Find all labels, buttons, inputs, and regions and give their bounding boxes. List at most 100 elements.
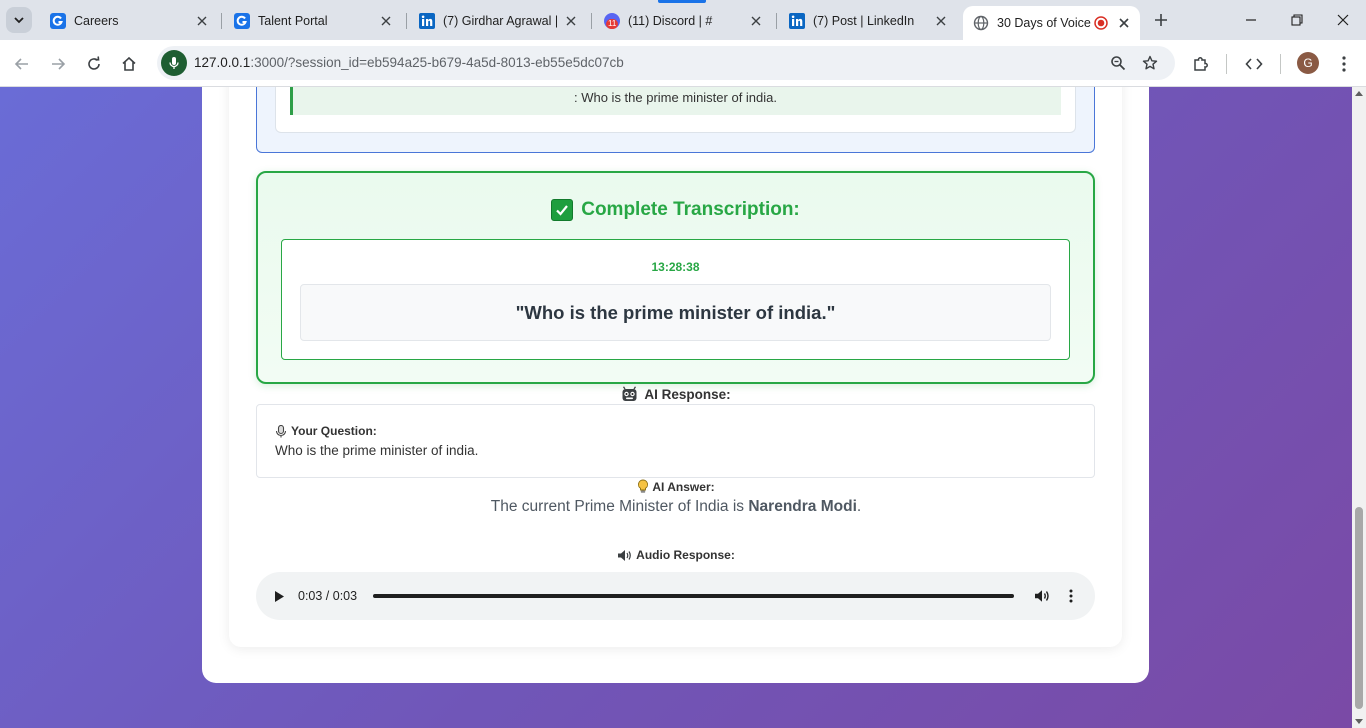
play-icon	[274, 590, 284, 602]
scroll-down-icon[interactable]	[1355, 719, 1363, 725]
tab-activity-indicator	[658, 0, 706, 3]
url-path: :3000/?session_id=eb594a25-b679-4a5d-801…	[250, 55, 624, 70]
g-logo-icon	[50, 13, 66, 29]
address-bar[interactable]: 127.0.0.1:3000/?session_id=eb594a25-b679…	[157, 46, 1175, 80]
complete-transcription-card: Complete Transcription: 13:28:38 "Who is…	[256, 171, 1095, 384]
plus-icon	[1155, 14, 1167, 26]
lightbulb-icon	[638, 479, 649, 493]
tab-linkedin-profile[interactable]: (7) Girdhar Agrawal |	[409, 6, 587, 36]
tab-title: Talent Portal	[258, 14, 328, 28]
audio-player[interactable]: 0:03 / 0:03	[256, 572, 1095, 620]
complete-transcription-heading: Complete Transcription:	[258, 199, 1093, 221]
ai-response-heading: AI Response:	[0, 386, 1352, 403]
question-box: Your Question: Who is the prime minister…	[256, 404, 1095, 478]
discord-icon: 11	[604, 13, 620, 29]
transcription-quote: "Who is the prime minister of india."	[300, 284, 1051, 341]
home-icon	[122, 56, 136, 71]
audio-time: 0:03 / 0:03	[298, 589, 358, 603]
minimize-icon	[1246, 19, 1256, 21]
microphone-icon	[275, 424, 287, 437]
previous-transcription-text: : Who is the prime minister of india.	[573, 90, 778, 105]
tab-title: (7) Girdhar Agrawal |	[443, 14, 559, 28]
close-icon[interactable]	[933, 13, 949, 29]
profile-avatar[interactable]: G	[1297, 52, 1319, 74]
answer-highlight: Narendra Modi	[748, 498, 857, 515]
toolbar-divider	[1226, 54, 1227, 74]
arrow-right-icon	[52, 58, 66, 70]
close-window-button[interactable]	[1320, 0, 1366, 40]
close-icon[interactable]	[378, 13, 394, 29]
ai-answer-text: The current Prime Minister of India is N…	[0, 498, 1352, 516]
new-tab-button[interactable]	[1149, 8, 1173, 32]
page-viewport: : Who is the prime minister of india. Co…	[0, 87, 1352, 728]
linkedin-icon	[789, 13, 805, 29]
transcription-entry: 13:28:38 "Who is the prime minister of i…	[281, 239, 1070, 360]
tab-strip: Careers Talent Portal (7) Girdhar Agrawa…	[0, 0, 1366, 40]
bookmark-star-icon[interactable]	[1140, 53, 1160, 73]
volume-button[interactable]	[1032, 586, 1052, 606]
scroll-up-icon[interactable]	[1355, 90, 1363, 96]
restore-icon	[1291, 14, 1303, 26]
robot-icon	[622, 386, 637, 401]
your-question-heading: Your Question:	[275, 424, 377, 438]
player-options-button[interactable]	[1061, 586, 1081, 606]
answer-prefix: The current Prime Minister of India is	[490, 498, 749, 515]
audio-response-label: Audio Response:	[636, 548, 735, 562]
minimize-button[interactable]	[1228, 0, 1274, 40]
home-button[interactable]	[115, 50, 143, 78]
close-icon[interactable]	[563, 13, 579, 29]
reload-icon	[88, 56, 100, 70]
transcription-timestamp: 13:28:38	[651, 260, 700, 274]
your-question-label: Your Question:	[291, 424, 377, 438]
question-text: Who is the prime minister of india.	[275, 443, 479, 458]
close-icon[interactable]	[1116, 15, 1132, 31]
restore-button[interactable]	[1274, 0, 1320, 40]
close-icon[interactable]	[748, 13, 764, 29]
puzzle-icon	[1194, 57, 1208, 71]
tab-separator	[221, 13, 222, 29]
audio-response-heading: Audio Response:	[0, 548, 1352, 562]
ai-answer-heading: AI Answer:	[0, 479, 1352, 494]
arrow-left-icon	[14, 58, 28, 70]
browser-toolbar: 127.0.0.1:3000/?session_id=eb594a25-b679…	[0, 40, 1366, 87]
chevron-down-icon	[14, 17, 24, 24]
forward-button[interactable]	[44, 50, 72, 78]
tab-search-button[interactable]	[6, 7, 32, 33]
close-icon	[1337, 14, 1349, 26]
tab-careers[interactable]: Careers	[40, 6, 218, 36]
checkmark-icon	[551, 199, 574, 221]
site-info-button[interactable]	[161, 50, 187, 76]
tab-separator	[776, 13, 777, 29]
audio-seek-bar[interactable]	[373, 594, 1014, 598]
back-button[interactable]	[8, 50, 36, 78]
reload-button[interactable]	[80, 50, 108, 78]
notification-badge: 11	[606, 19, 619, 29]
tab-talent-portal[interactable]: Talent Portal	[224, 6, 402, 36]
answer-suffix: .	[856, 498, 862, 515]
ai-answer-label: AI Answer:	[652, 479, 715, 494]
devtools-button[interactable]	[1240, 50, 1268, 78]
tab-linkedin-post[interactable]: (7) Post | LinkedIn	[779, 6, 957, 36]
tab-separator	[591, 13, 592, 29]
tab-title: (11) Discord | #	[628, 14, 713, 28]
g-logo-icon	[234, 13, 250, 29]
ai-response-label: AI Response:	[644, 387, 731, 402]
code-icon	[1245, 58, 1263, 70]
zoom-icon[interactable]	[1108, 53, 1128, 73]
tab-discord[interactable]: 11 (11) Discord | #	[594, 6, 772, 36]
scrollbar-thumb[interactable]	[1355, 507, 1363, 709]
more-vertical-icon	[1069, 589, 1073, 603]
toolbar-divider	[1280, 54, 1281, 74]
browser-menu-button[interactable]	[1330, 50, 1358, 78]
extensions-button[interactable]	[1187, 50, 1215, 78]
page-scrollbar[interactable]	[1352, 87, 1366, 728]
globe-icon	[973, 15, 989, 31]
close-icon[interactable]	[194, 13, 210, 29]
volume-icon	[1035, 590, 1049, 602]
tab-title: (7) Post | LinkedIn	[813, 14, 915, 28]
tab-separator	[406, 13, 407, 29]
url-text[interactable]: 127.0.0.1:3000/?session_id=eb594a25-b679…	[194, 55, 624, 70]
tab-30-days-of-voice[interactable]: 30 Days of Voice	[963, 6, 1140, 40]
tab-title: 30 Days of Voice	[997, 16, 1091, 30]
play-button[interactable]	[269, 586, 289, 606]
